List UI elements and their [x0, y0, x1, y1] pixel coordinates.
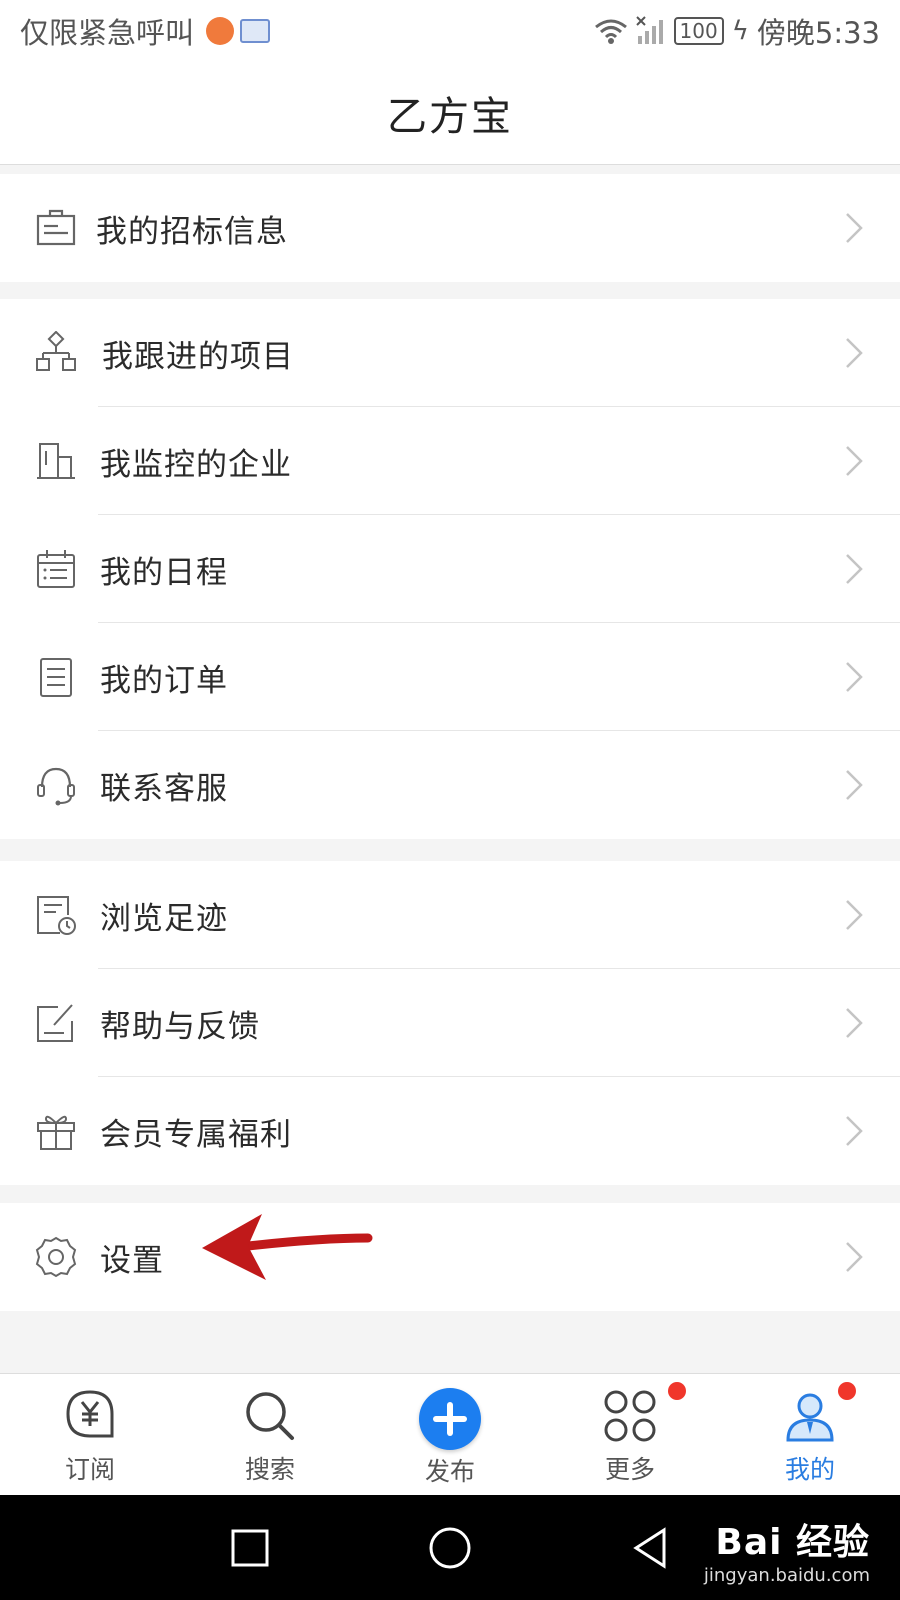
menu-item-settings[interactable]: 设置	[0, 1203, 900, 1311]
home-button[interactable]	[428, 1526, 472, 1570]
order-document-icon	[40, 658, 72, 697]
menu-item-bidding-info[interactable]: 我的招标信息	[0, 174, 900, 282]
menu-item-monitored-companies[interactable]: 我监控的企业	[0, 407, 900, 515]
app-notification-icon	[206, 17, 235, 45]
annotation-arrow-icon	[202, 1214, 373, 1280]
tab-subscribe[interactable]: 订阅	[0, 1374, 180, 1495]
notification-badge	[668, 1382, 686, 1400]
menu-item-label: 我的日程	[100, 554, 228, 591]
chevron-right-icon	[846, 662, 863, 692]
menu-item-orders[interactable]: 我的订单	[0, 623, 900, 731]
feedback-icon	[37, 1004, 73, 1042]
gift-icon	[37, 1115, 75, 1150]
tab-mine[interactable]: 我的	[720, 1374, 900, 1495]
plus-icon	[433, 1402, 467, 1436]
clock: 傍晚5:33	[756, 16, 880, 50]
tab-label: 搜索	[244, 1455, 295, 1484]
tab-label: 发布	[424, 1457, 475, 1486]
menu-item-schedule[interactable]: 我的日程	[0, 515, 900, 623]
page-title: 乙方宝	[387, 94, 513, 140]
back-button[interactable]	[630, 1526, 670, 1570]
menu-item-customer-service[interactable]: 联系客服	[0, 731, 900, 839]
chevron-right-icon	[846, 1242, 863, 1272]
battery-indicator: 100	[673, 17, 724, 45]
grid-icon	[604, 1390, 656, 1442]
gear-icon	[35, 1236, 77, 1278]
signal-icon	[635, 16, 663, 44]
notification-badge	[838, 1382, 856, 1400]
carrier-text: 仅限紧急呼叫	[20, 16, 195, 50]
app-header: 乙方宝	[0, 62, 900, 165]
chevron-right-icon	[846, 1116, 863, 1146]
app-notification-icon	[240, 19, 271, 43]
publish-button[interactable]	[419, 1388, 481, 1450]
menu-item-followed-projects[interactable]: 我跟进的项目	[0, 299, 900, 407]
menu-item-label: 会员专属福利	[100, 1116, 292, 1153]
bidding-info-icon	[36, 209, 76, 246]
building-icon	[37, 443, 75, 479]
history-icon	[37, 896, 76, 935]
menu-group: 我跟进的项目 我监控的企业 我的日程 我的订单 联系客服	[0, 299, 900, 839]
chevron-right-icon	[846, 770, 863, 800]
calendar-icon	[37, 550, 75, 588]
menu-group: 浏览足迹 帮助与反馈 会员专属福利	[0, 861, 900, 1185]
menu-item-member-benefits[interactable]: 会员专属福利	[0, 1077, 900, 1185]
bottom-nav: 订阅 搜索 发布 更多 我的	[0, 1373, 900, 1495]
watermark-logo: Bai 经验	[715, 1522, 870, 1563]
watermark-url: jingyan.baidu.com	[703, 1565, 870, 1586]
project-tree-icon	[36, 331, 76, 371]
charging-icon: ϟ	[731, 16, 749, 46]
menu-item-label: 设置	[100, 1242, 164, 1279]
menu-item-label: 浏览足迹	[100, 900, 228, 937]
menu-item-label: 帮助与反馈	[100, 1008, 260, 1045]
menu-item-help-feedback[interactable]: 帮助与反馈	[0, 969, 900, 1077]
chevron-right-icon	[846, 446, 863, 476]
tab-label: 订阅	[64, 1455, 115, 1484]
menu-item-label: 我的订单	[100, 662, 228, 699]
menu-group: 我的招标信息	[0, 174, 900, 282]
headset-icon	[37, 767, 75, 806]
menu-item-label: 我的招标信息	[96, 213, 288, 250]
chevron-right-icon	[846, 338, 863, 368]
watermark: Bai 经验 jingyan.baidu.com	[704, 1513, 870, 1586]
wifi-icon	[594, 19, 627, 44]
search-icon	[246, 1392, 294, 1440]
subscribe-icon	[66, 1390, 114, 1438]
status-bar: 仅限紧急呼叫 100 ϟ 傍晚5:33	[0, 0, 900, 62]
tab-label: 我的	[784, 1455, 835, 1484]
chevron-right-icon	[846, 1008, 863, 1038]
tab-publish[interactable]: 发布	[360, 1374, 540, 1495]
chevron-right-icon	[846, 213, 863, 243]
menu-item-label: 我跟进的项目	[102, 338, 294, 375]
chevron-right-icon	[846, 900, 863, 930]
menu-group: 设置	[0, 1203, 900, 1311]
menu-item-label: 联系客服	[100, 770, 228, 807]
recents-button[interactable]	[230, 1528, 270, 1568]
system-nav-bar: Bai 经验 jingyan.baidu.com	[0, 1495, 900, 1600]
menu-item-history[interactable]: 浏览足迹	[0, 861, 900, 969]
tab-more[interactable]: 更多	[540, 1374, 720, 1495]
chevron-right-icon	[846, 554, 863, 584]
profile-icon	[786, 1393, 834, 1442]
tab-search[interactable]: 搜索	[180, 1374, 360, 1495]
tab-label: 更多	[604, 1455, 655, 1484]
menu-item-label: 我监控的企业	[100, 446, 292, 483]
